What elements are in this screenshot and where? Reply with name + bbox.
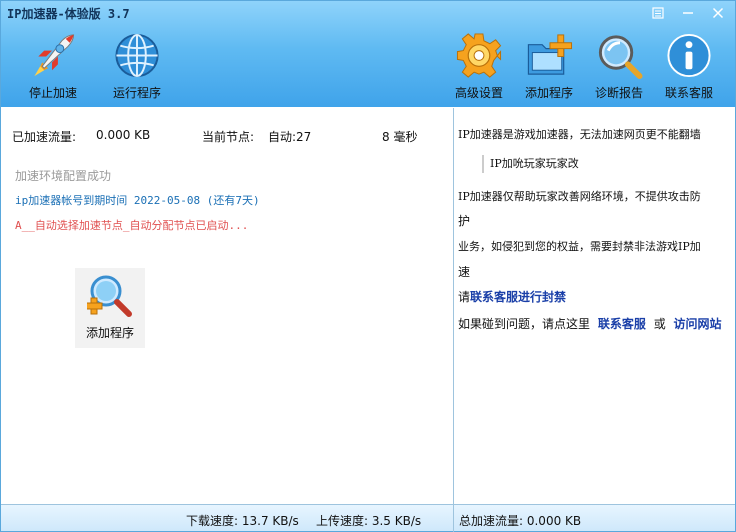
header-area: IP加速器-体验版 3.7 停止加速 运行程序 高级设置 添加程序 诊断报告 联… xyxy=(1,1,735,107)
total-traffic: 总加速流量: 0.000 KB xyxy=(459,514,582,528)
contact-support-label: 联系客服 xyxy=(664,86,713,100)
notice-line: 护 xyxy=(458,214,471,228)
log-line: A__自动选择加速节点_自动分配节点已启动... xyxy=(15,219,249,232)
rocket-icon xyxy=(34,34,75,77)
info-icon xyxy=(667,33,711,78)
close-icon xyxy=(712,7,724,19)
status-bar: 下载速度: 13.7 KB/s 上传速度: 3.5 KB/s 总加速流量: 0.… xyxy=(1,504,735,532)
run-program-label: 运行程序 xyxy=(112,86,161,100)
notice-help-line: 如果碰到问题，请点这里 联系客服 或 访问网站 xyxy=(458,315,722,332)
add-program-button[interactable]: 添加程序 xyxy=(509,29,589,101)
advanced-settings-button[interactable]: 高级设置 xyxy=(439,29,519,101)
stop-accel-button[interactable]: 停止加速 xyxy=(13,29,93,101)
magnifier-plus-icon xyxy=(87,275,132,317)
folder-plus-icon xyxy=(527,34,573,75)
notice-help-prefix: 如果碰到问题，请点这里 xyxy=(458,317,591,331)
notice-line: IP加速器是游戏加速器，无法加速网页更不能翻墙 xyxy=(458,128,701,141)
log-line: ip加速器帐号到期时间 2022-05-08 (还有7天) xyxy=(15,194,260,207)
notice-or-text: 或 xyxy=(653,317,666,331)
notice-ban-prefix: 请 xyxy=(458,290,471,304)
diagnostic-report-button[interactable]: 诊断报告 xyxy=(579,29,659,101)
add-program-tile-label: 添加程序 xyxy=(85,326,134,340)
window-title: IP加速器-体验版 3.7 xyxy=(7,7,130,21)
diagnostic-report-label: 诊断报告 xyxy=(594,86,643,100)
contact-support-button[interactable]: 联系客服 xyxy=(649,29,729,101)
window-controls xyxy=(645,3,731,23)
current-node-label: 当前节点: xyxy=(202,130,255,144)
contact-support-link[interactable]: 联系客服 xyxy=(598,317,646,331)
stop-accel-label: 停止加速 xyxy=(28,86,77,100)
magnifier-icon xyxy=(598,35,643,80)
log-line: 加速环境配置成功 xyxy=(15,169,112,183)
menu-icon xyxy=(652,7,664,19)
advanced-settings-label: 高级设置 xyxy=(454,86,503,100)
notice-line: 速 xyxy=(458,265,471,279)
minimize-button[interactable] xyxy=(675,3,701,23)
notice-quote: IP加吮玩家玩家改 xyxy=(482,155,579,173)
stats-row: 已加速流量: 0.000 KB 当前节点: 自动:27 8 毫秒 xyxy=(12,128,442,144)
notice-line: 业务，如侵犯到您的权益，需要封禁非法游戏IP加 xyxy=(458,240,701,253)
minimize-icon xyxy=(683,12,693,14)
notice-line: IP加速器仅帮助玩家改善网络环境，不提供攻击防 xyxy=(458,190,701,203)
accel-traffic-label: 已加速流量: xyxy=(12,130,77,144)
latency-value: 8 毫秒 xyxy=(382,130,418,144)
notice-ban-line: 请联系客服进行封禁 xyxy=(458,288,566,305)
status-divider xyxy=(453,505,454,532)
title-bar: IP加速器-体验版 3.7 xyxy=(1,1,735,25)
contact-ban-link[interactable]: 联系客服进行封禁 xyxy=(470,290,566,304)
app-window: IP加速器-体验版 3.7 停止加速 运行程序 高级设置 添加程序 诊断报告 联… xyxy=(0,0,736,532)
download-speed: 下载速度: 13.7 KB/s xyxy=(186,514,299,528)
add-program-label: 添加程序 xyxy=(524,86,573,100)
run-program-button[interactable]: 运行程序 xyxy=(97,29,177,101)
menu-button[interactable] xyxy=(645,3,671,23)
close-button[interactable] xyxy=(705,3,731,23)
toolbar: 停止加速 运行程序 高级设置 添加程序 诊断报告 联系客服 xyxy=(1,29,735,101)
status-panel: 已加速流量: 0.000 KB 当前节点: 自动:27 8 毫秒 加速环境配置成… xyxy=(2,108,453,504)
globe-icon xyxy=(115,33,159,78)
current-node-value: 自动:27 xyxy=(268,130,312,144)
gear-icon xyxy=(456,33,502,78)
upload-speed: 上传速度: 3.5 KB/s xyxy=(316,514,422,528)
add-program-tile[interactable]: 添加程序 xyxy=(75,268,145,348)
visit-website-link[interactable]: 访问网站 xyxy=(674,317,722,331)
accel-traffic-value: 0.000 KB xyxy=(96,128,151,142)
notice-panel: IP加速器是游戏加速器，无法加速网页更不能翻墙 IP加吮玩家玩家改 IP加速器仅… xyxy=(454,108,735,504)
